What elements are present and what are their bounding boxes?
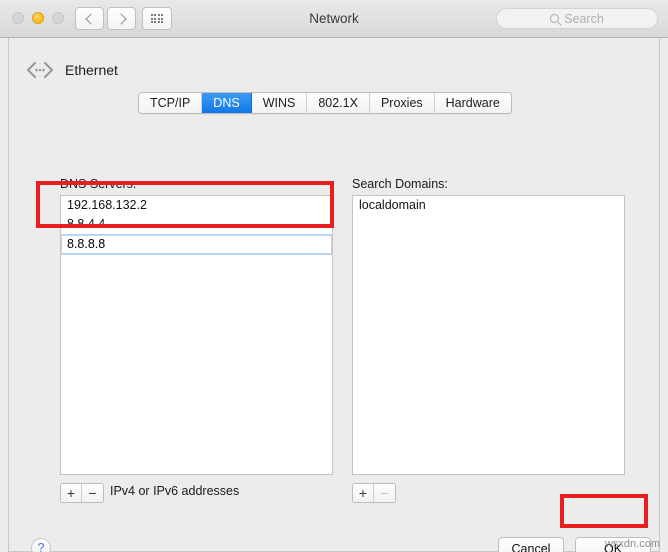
service-header: Ethernet	[25, 60, 118, 80]
cancel-button[interactable]: Cancel	[498, 537, 564, 552]
dns-servers-label: DNS Servers:	[60, 177, 137, 191]
dns-servers-list[interactable]: 192.168.132.2 8.8.4.4 8.8.8.8	[60, 195, 333, 475]
watermark: wsxdn.com	[604, 538, 660, 550]
tab-hardware[interactable]: Hardware	[434, 93, 511, 113]
dns-server-edit-input[interactable]: 8.8.8.8	[62, 236, 331, 253]
list-item[interactable]: 8.8.8.8	[61, 234, 332, 255]
help-button[interactable]: ?	[31, 538, 51, 552]
tab-dns[interactable]: DNS	[202, 93, 252, 113]
search-domains-add-remove-control: + −	[352, 483, 396, 503]
ethernet-icon	[25, 60, 55, 80]
list-item[interactable]: 8.8.4.4	[61, 215, 332, 234]
search-field[interactable]: Search	[496, 8, 658, 29]
tab-proxies[interactable]: Proxies	[369, 93, 435, 113]
dns-settings-sheet: Ethernet TCP/IP DNS WINS 802.1X Proxies …	[8, 38, 660, 552]
list-item[interactable]: 192.168.132.2	[61, 196, 332, 215]
dns-format-hint: IPv4 or IPv6 addresses	[110, 484, 240, 498]
settings-tab-bar: TCP/IP DNS WINS 802.1X Proxies Hardware	[138, 92, 512, 114]
search-icon	[550, 14, 560, 23]
service-name: Ethernet	[65, 62, 118, 78]
network-preferences-window: Network Search Ethernet TCP/IP DNS WINS …	[0, 0, 668, 552]
tab-wins[interactable]: WINS	[251, 93, 308, 113]
dns-add-button[interactable]: +	[61, 484, 82, 502]
title-bar: Network Search	[0, 0, 668, 38]
dns-add-remove-control: + −	[60, 483, 104, 503]
list-item[interactable]: localdomain	[353, 196, 624, 215]
search-domains-remove-button: −	[374, 484, 395, 502]
tab-tcpip[interactable]: TCP/IP	[139, 93, 203, 113]
search-placeholder: Search	[564, 11, 604, 26]
tab-8021x[interactable]: 802.1X	[307, 93, 370, 113]
dns-remove-button[interactable]: −	[82, 484, 103, 502]
search-domains-add-button[interactable]: +	[353, 484, 374, 502]
search-domains-list[interactable]: localdomain	[352, 195, 625, 475]
search-domains-label: Search Domains:	[352, 177, 448, 191]
